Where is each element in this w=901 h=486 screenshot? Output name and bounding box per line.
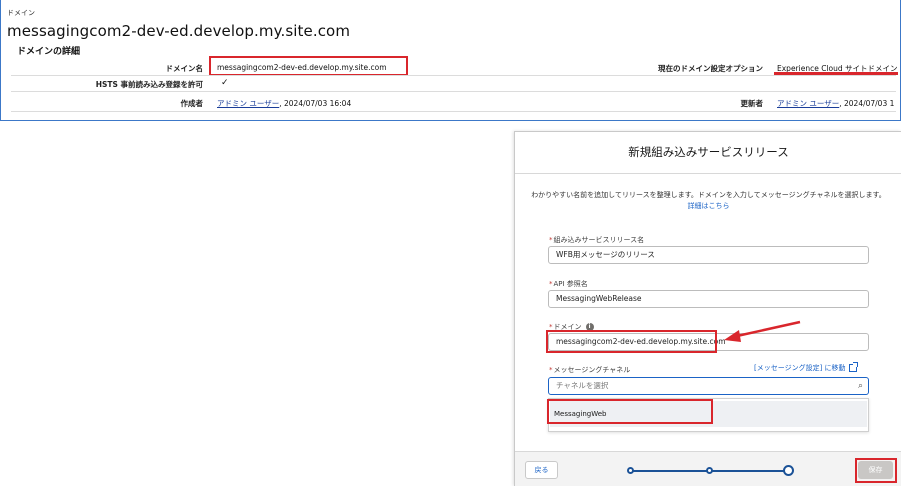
- arrow-shaft: [736, 320, 801, 338]
- arrow-annotation-icon: [724, 320, 801, 342]
- arrow-head: [724, 330, 741, 342]
